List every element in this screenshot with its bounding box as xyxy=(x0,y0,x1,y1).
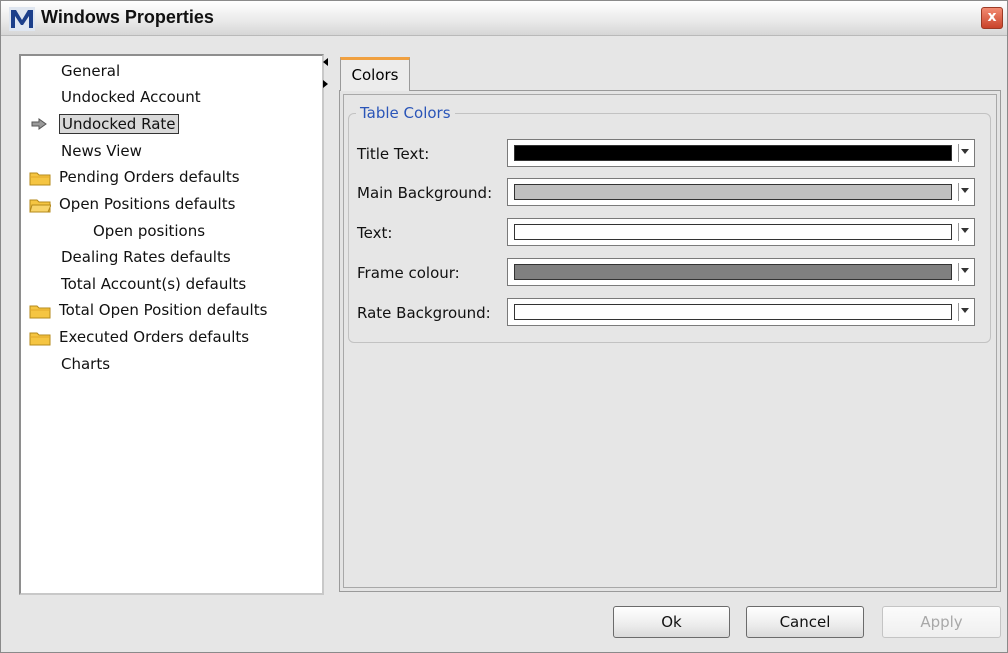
combo-separator xyxy=(958,223,959,241)
text-color-label: Text: xyxy=(357,224,393,242)
folder-open-icon xyxy=(29,199,51,213)
tree-item-label: General xyxy=(61,62,121,80)
folder-icon xyxy=(29,172,51,186)
properties-window: Windows Properties x General Undocked Ac… xyxy=(0,0,1008,653)
rate-background-label: Rate Background: xyxy=(357,304,491,322)
folder-icon xyxy=(29,332,51,346)
tree-item-label: Undocked Rate xyxy=(59,114,179,134)
tree-item-total-accounts-defaults[interactable]: Total Account(s) defaults xyxy=(59,273,248,295)
close-button[interactable]: x xyxy=(981,7,1003,29)
chevron-down-icon[interactable] xyxy=(961,268,969,273)
collapse-left-icon[interactable] xyxy=(323,58,328,66)
chevron-down-icon[interactable] xyxy=(961,308,969,313)
text-color-select[interactable] xyxy=(507,218,975,246)
tree-item-label: Dealing Rates defaults xyxy=(61,248,231,266)
tree-item-label: News View xyxy=(61,142,142,160)
chevron-down-icon[interactable] xyxy=(961,188,969,193)
tree-item-total-open-position-defaults[interactable]: Total Open Position defaults xyxy=(29,299,269,321)
main-background-color-select[interactable] xyxy=(507,178,975,206)
panel-splitter[interactable] xyxy=(322,54,330,594)
combo-separator xyxy=(958,303,959,321)
apply-button[interactable]: Apply xyxy=(882,606,1001,638)
combo-separator xyxy=(958,183,959,201)
tree-item-dealing-rates-defaults[interactable]: Dealing Rates defaults xyxy=(59,246,233,268)
tree-item-label: Executed Orders defaults xyxy=(59,328,250,346)
main-background-label: Main Background: xyxy=(357,184,493,202)
title-bar[interactable]: Windows Properties x xyxy=(1,1,1007,36)
tree-item-general[interactable]: General xyxy=(59,60,122,82)
frame-colour-label: Frame colour: xyxy=(357,264,460,282)
title-text-label: Title Text: xyxy=(357,145,430,163)
tree-item-news-view[interactable]: News View xyxy=(59,140,144,162)
settings-tree: General Undocked Account Undocked Rate N… xyxy=(19,54,324,595)
color-swatch xyxy=(514,264,952,280)
tree-item-open-positions[interactable]: Open positions xyxy=(91,220,207,242)
tree-item-label: Open positions xyxy=(93,222,206,240)
color-swatch xyxy=(514,145,952,161)
chevron-down-icon[interactable] xyxy=(961,228,969,233)
tree-item-open-positions-defaults[interactable]: Open Positions defaults xyxy=(29,193,237,215)
cancel-button[interactable]: Cancel xyxy=(746,606,864,638)
ok-button[interactable]: Ok xyxy=(613,606,730,638)
app-logo-icon xyxy=(9,7,35,31)
tree-item-label: Total Open Position defaults xyxy=(59,301,268,319)
tree-item-label: Pending Orders defaults xyxy=(59,168,240,186)
expand-right-icon[interactable] xyxy=(323,80,328,88)
color-swatch xyxy=(514,224,952,240)
selection-arrow-icon xyxy=(31,118,47,130)
tree-item-charts[interactable]: Charts xyxy=(59,353,112,375)
tree-item-undocked-account[interactable]: Undocked Account xyxy=(59,86,203,108)
title-text-color-select[interactable] xyxy=(507,139,975,167)
combo-separator xyxy=(958,144,959,162)
tree-item-label: Undocked Account xyxy=(61,88,201,106)
color-swatch xyxy=(514,184,952,200)
frame-colour-select[interactable] xyxy=(507,258,975,286)
rate-background-color-select[interactable] xyxy=(507,298,975,326)
tab-colors[interactable]: Colors xyxy=(340,57,410,91)
color-swatch xyxy=(514,304,952,320)
tree-item-pending-orders-defaults[interactable]: Pending Orders defaults xyxy=(29,166,242,188)
tree-item-label: Total Account(s) defaults xyxy=(61,275,247,293)
chevron-down-icon[interactable] xyxy=(961,149,969,154)
window-title: Windows Properties xyxy=(41,7,214,27)
folder-icon xyxy=(29,305,51,319)
combo-separator xyxy=(958,263,959,281)
close-icon: x xyxy=(987,9,997,25)
tree-item-label: Open Positions defaults xyxy=(59,195,236,213)
tree-item-undocked-rate[interactable]: Undocked Rate xyxy=(31,113,179,135)
tree-item-executed-orders-defaults[interactable]: Executed Orders defaults xyxy=(29,326,251,348)
group-title: Table Colors xyxy=(356,103,455,123)
tree-item-label: Charts xyxy=(61,355,111,373)
